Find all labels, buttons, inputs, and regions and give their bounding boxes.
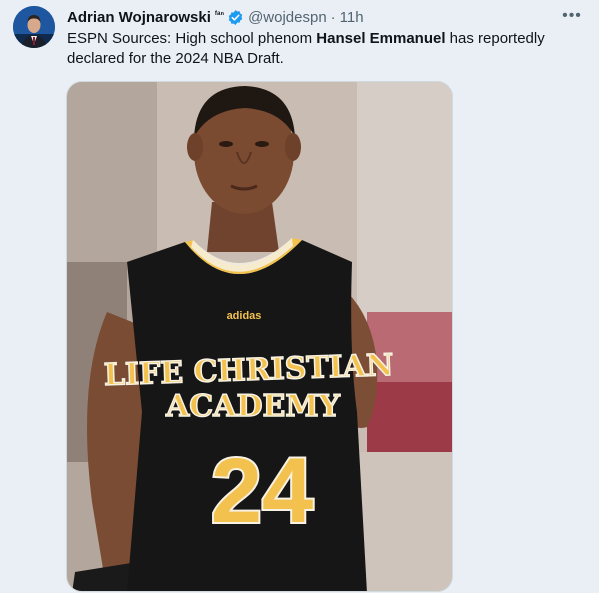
tweet-text-prefix: ESPN Sources: High school phenom: [67, 30, 317, 47]
tweet-text: ESPN Sources: High school phenom Hansel …: [67, 29, 577, 69]
tweet-media-image[interactable]: adidas LIFE CHRISTIAN ACADEMY 24: [66, 81, 453, 592]
tweet-timestamp[interactable]: 11h: [340, 9, 364, 26]
tweet-header: Adrian Wojnarowski ᶠᵃⁿ @wojdespn · 11h: [67, 7, 364, 27]
more-options-button[interactable]: •••: [559, 5, 585, 27]
tweet-card[interactable]: Adrian Wojnarowski ᶠᵃⁿ @wojdespn · 11h •…: [0, 0, 599, 593]
affiliation-badge: ᶠᵃⁿ: [214, 9, 225, 19]
tweet-text-mention: Hansel Emmanuel: [316, 30, 446, 47]
jersey-number: 24: [211, 440, 313, 542]
avatar-image: [13, 6, 55, 48]
more-horizontal-icon: •••: [562, 7, 582, 24]
jersey-brand: adidas: [227, 310, 262, 322]
author-handle[interactable]: @wojdespn: [248, 9, 327, 26]
separator-dot: ·: [330, 8, 336, 26]
author-avatar[interactable]: [13, 6, 55, 48]
jersey-line-2: ACADEMY: [165, 389, 341, 424]
player-photo: adidas LIFE CHRISTIAN ACADEMY 24: [67, 82, 452, 591]
verified-badge-icon: [227, 9, 244, 26]
author-name[interactable]: Adrian Wojnarowski: [67, 9, 211, 26]
